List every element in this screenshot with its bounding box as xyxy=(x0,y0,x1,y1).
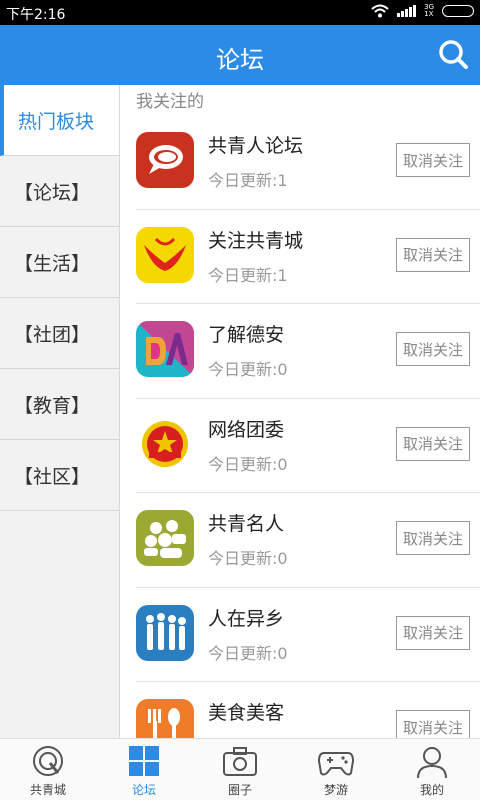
page-title: 论坛 xyxy=(216,46,264,74)
nav-item-forum[interactable]: 论坛 xyxy=(96,739,192,800)
list-item[interactable]: 共青人论坛 今日更新:1 取消关注 xyxy=(136,115,480,210)
unfollow-button[interactable]: 取消关注 xyxy=(396,426,470,461)
silhouettes-icon xyxy=(136,604,194,661)
category-sidebar: 热门板块 【论坛】 【生活】 【社团】 【教育】 【社区】 xyxy=(0,85,120,738)
forum-update-count: 今日更新:1 xyxy=(208,171,288,190)
list-item[interactable]: 了解德安 今日更新:0 取消关注 xyxy=(136,304,480,399)
sidebar-item-community[interactable]: 【社区】 xyxy=(0,440,119,511)
forum-update-count: 今日更新:1 xyxy=(208,265,288,285)
status-icons: 3G 1X xyxy=(371,4,474,18)
unfollow-button[interactable]: 取消关注 xyxy=(396,332,470,366)
unfollow-button[interactable]: 取消关注 xyxy=(396,521,470,555)
sidebar-item-label: 【论坛】 xyxy=(14,181,91,204)
list-item[interactable]: 关注共青城 今日更新:1 取消关注 xyxy=(136,210,480,304)
forum-name: 人在异乡 xyxy=(208,607,285,630)
forum-update-count: 今日更新:0 xyxy=(208,454,288,474)
sidebar-item-label: 【教育】 xyxy=(14,394,91,417)
camera-icon xyxy=(223,747,257,776)
wifi-icon xyxy=(371,4,389,18)
signal-icon xyxy=(397,5,417,17)
forum-list-panel: 我关注的 共青人论坛 今日更新:1 取消关注 关注共青城 今日更新:1 取消关注… xyxy=(120,85,480,738)
sidebar-item-club[interactable]: 【社团】 xyxy=(0,298,119,369)
nav-item-games[interactable]: 梦游 xyxy=(288,739,384,800)
sidebar-item-label: 【生活】 xyxy=(14,252,91,275)
forum-update-count: 今日更新:0 xyxy=(208,549,288,568)
unfollow-button[interactable]: 取消关注 xyxy=(396,237,470,272)
battery-icon xyxy=(442,5,474,17)
grid-icon xyxy=(129,746,159,776)
list-item[interactable]: 共青名人 今日更新:0 取消关注 xyxy=(136,493,480,588)
forum-name: 共青名人 xyxy=(208,513,285,535)
phoenix-icon xyxy=(136,226,194,283)
home-logo-icon xyxy=(33,746,63,776)
bottom-nav: 共青城 论坛 圈子 梦游 我的 xyxy=(0,738,480,800)
unfollow-button[interactable]: 取消关注 xyxy=(396,143,470,177)
forum-name: 关注共青城 xyxy=(208,229,304,252)
sidebar-item-forum[interactable]: 【论坛】 xyxy=(0,156,119,227)
sidebar-item-hot[interactable]: 热门板块 xyxy=(0,85,119,156)
status-bar: 下午2:16 3G 1X xyxy=(0,0,480,25)
forum-name: 共青人论坛 xyxy=(208,135,304,157)
nav-item-home[interactable]: 共青城 xyxy=(0,739,96,800)
network-type: 3G 1X xyxy=(424,3,434,18)
list-item[interactable]: 美食美客 取消关注 xyxy=(136,682,480,738)
section-title: 我关注的 xyxy=(136,92,204,112)
forum-name: 美食美客 xyxy=(208,702,285,724)
unfollow-button[interactable]: 取消关注 xyxy=(396,615,470,650)
search-button[interactable] xyxy=(436,37,470,71)
nav-item-label: 共青城 xyxy=(29,783,66,797)
sidebar-item-life[interactable]: 【生活】 xyxy=(0,227,119,298)
nav-item-circle[interactable]: 圈子 xyxy=(192,739,288,800)
da-logo-icon xyxy=(136,321,194,377)
nav-item-label: 我的 xyxy=(419,783,444,797)
status-time: 下午2:16 xyxy=(6,7,66,23)
header-bar: 论坛 xyxy=(0,25,480,85)
forum-name: 了解德安 xyxy=(208,324,285,346)
unfollow-button[interactable]: 取消关注 xyxy=(396,710,470,738)
nav-item-label: 梦游 xyxy=(323,783,348,797)
nav-item-label: 圈子 xyxy=(227,783,252,797)
sidebar-item-label: 热门板块 xyxy=(18,110,95,133)
forum-name: 网络团委 xyxy=(208,418,285,441)
list-item[interactable]: 人在异乡 今日更新:0 取消关注 xyxy=(136,588,480,682)
youth-league-emblem-icon xyxy=(136,415,194,472)
people-icon xyxy=(136,510,194,566)
sidebar-item-education[interactable]: 【教育】 xyxy=(0,369,119,440)
gamepad-icon xyxy=(318,752,354,776)
list-item[interactable]: 网络团委 今日更新:0 取消关注 xyxy=(136,399,480,493)
forum-update-count: 今日更新:0 xyxy=(208,643,288,663)
sidebar-item-label: 【社区】 xyxy=(14,465,91,488)
forum-update-count: 今日更新:0 xyxy=(208,360,288,379)
nav-item-me[interactable]: 我的 xyxy=(384,739,480,800)
search-icon xyxy=(439,40,468,69)
user-icon xyxy=(417,747,447,779)
chat-bubble-icon xyxy=(136,132,194,188)
sidebar-item-label: 【社团】 xyxy=(14,323,91,346)
nav-item-label: 论坛 xyxy=(131,783,156,797)
cutlery-icon xyxy=(136,699,194,738)
